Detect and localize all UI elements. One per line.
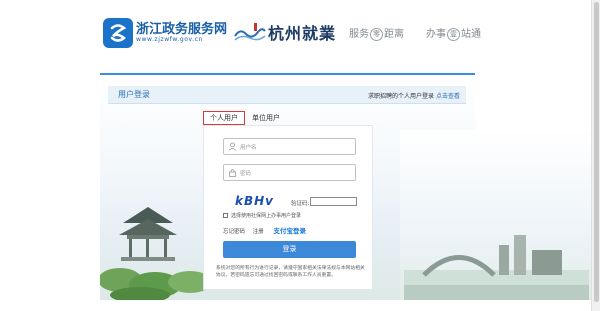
site-header: 浙江政务服务网 www.zjzwfw.gov.cn 杭州就業 服务零距离 办事壹… bbox=[0, 0, 600, 64]
alipay-login-link[interactable]: 支付宝登录 bbox=[274, 227, 307, 235]
view-details-link[interactable]: 点击查看 bbox=[436, 93, 460, 100]
bridge-illustration bbox=[404, 235, 589, 300]
vertical-scrollbar[interactable] bbox=[591, 0, 600, 311]
zjzwfw-logo[interactable]: 浙江政务服务网 www.zjzwfw.gov.cn bbox=[103, 18, 227, 48]
slogan-text: 办事 bbox=[426, 29, 446, 40]
logo-title: 浙江政务服务网 bbox=[136, 22, 228, 37]
username-placeholder: 用户名 bbox=[240, 145, 257, 151]
slogan-text: 站通 bbox=[461, 29, 481, 40]
captcha-input[interactable] bbox=[310, 197, 357, 206]
login-button[interactable]: 登录 bbox=[223, 241, 356, 258]
agree-label: 选择使用社保网上办事用户登录 bbox=[231, 213, 302, 219]
user-icon bbox=[228, 142, 237, 151]
lock-icon bbox=[229, 169, 236, 177]
scrollbar-thumb[interactable] bbox=[594, 2, 599, 302]
partner-title: 杭州就業 bbox=[268, 24, 337, 43]
slogan-affairs: 办事壹站通 bbox=[426, 25, 481, 41]
zj-logo-icon bbox=[103, 18, 133, 48]
password-placeholder: 密码 bbox=[240, 171, 252, 177]
logo-url: www.zjzwfw.gov.cn bbox=[136, 36, 203, 43]
register-link[interactable]: 注册 bbox=[253, 229, 264, 235]
slogan-text: 服务 bbox=[349, 29, 369, 40]
titlebar-notice-text: 求职招聘的个人用户登录 bbox=[367, 93, 434, 100]
auxiliary-links: 忘记密码 注册 支付宝登录 bbox=[223, 225, 306, 235]
login-form-card: 用户名 密码 kBHv 验证码: 选择使用社保网上办事用户登录 忘记密码 注册 … bbox=[203, 125, 373, 290]
captcha-label: 验证码: bbox=[291, 201, 310, 207]
tab-company-user[interactable]: 单位用户 bbox=[248, 111, 284, 125]
lotus-leaves-illustration bbox=[100, 268, 210, 300]
wave-emblem-icon bbox=[234, 23, 266, 41]
agree-checkbox[interactable] bbox=[223, 213, 228, 218]
username-field[interactable]: 用户名 bbox=[223, 138, 356, 155]
login-title-bar: 用户登录 求职招聘的个人用户登录 点击查看 bbox=[108, 86, 466, 104]
slogan-circle: 壹 bbox=[447, 27, 460, 41]
slogan-text: 距离 bbox=[384, 29, 404, 40]
slogan-service: 服务零距离 bbox=[349, 25, 404, 41]
tab-personal-user[interactable]: 个人用户 bbox=[203, 111, 245, 125]
captcha-image[interactable]: kBHv bbox=[235, 194, 274, 208]
login-notice: 系统对您的所有行为进行记录，请遵守国家相关法律法规与本网站相关协议，若密码遗忘可… bbox=[216, 266, 365, 278]
password-field[interactable]: 密码 bbox=[223, 164, 356, 181]
hangzhou-employment-logo[interactable]: 杭州就業 bbox=[234, 18, 337, 46]
forgot-password-link[interactable]: 忘记密码 bbox=[223, 229, 245, 235]
page-title: 用户登录 bbox=[118, 90, 150, 99]
titlebar-notice: 求职招聘的个人用户登录 点击查看 bbox=[368, 91, 460, 100]
slogan-circle: 零 bbox=[370, 27, 383, 41]
social-security-login-option[interactable]: 选择使用社保网上办事用户登录 bbox=[223, 212, 301, 219]
